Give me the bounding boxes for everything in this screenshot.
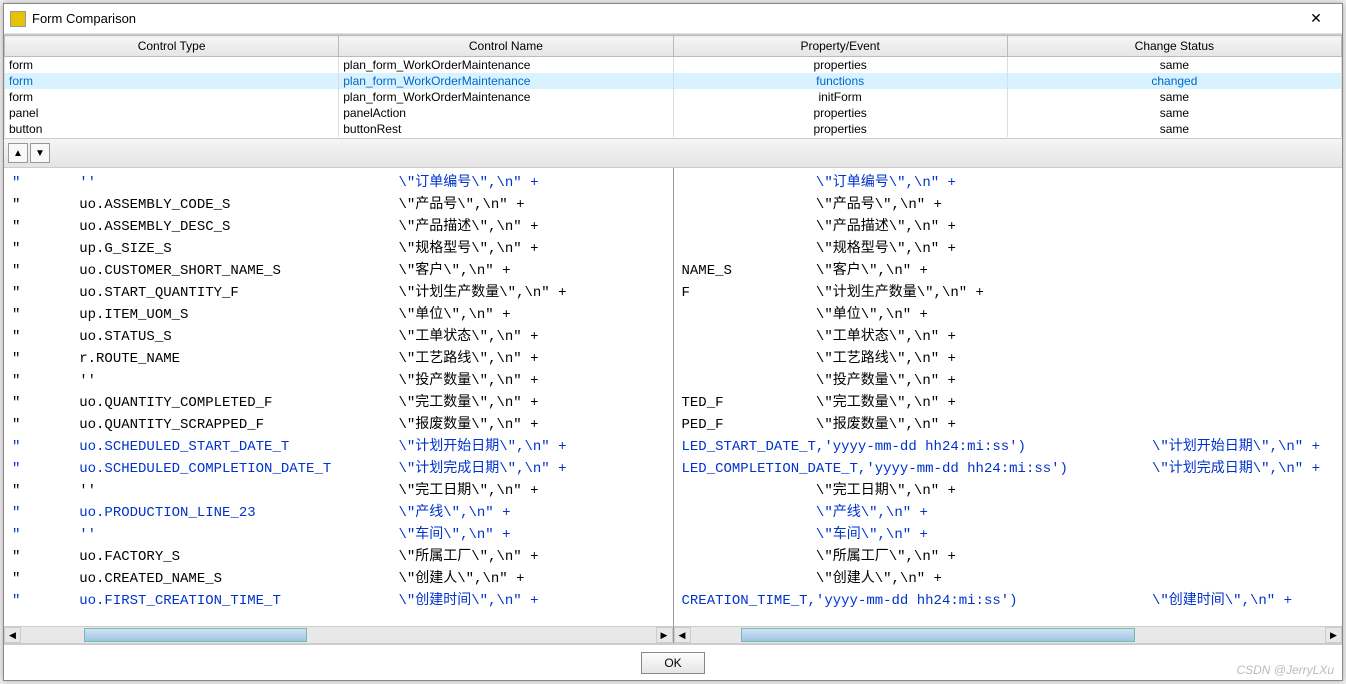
code-line: CREATION_TIME_T,'yyyy-mm-dd hh24:mi:ss')… (682, 590, 1343, 612)
form-comparison-window: Form Comparison ✕ Control TypeControl Na… (3, 3, 1343, 681)
code-line: NAME_S \"客户\",\n" + (682, 260, 1343, 282)
col-header-0[interactable]: Control Type (5, 36, 339, 57)
table-row[interactable]: buttonbuttonRestpropertiessame (5, 121, 1342, 137)
close-button[interactable]: ✕ (1296, 6, 1336, 32)
diff-toolbar: ▲ ▼ (4, 138, 1342, 168)
code-line: " uo.QUANTITY_SCRAPPED_F \"报废数量\",\n" + (12, 414, 673, 436)
cell: functions (673, 73, 1007, 89)
cell: initForm (673, 89, 1007, 105)
code-line: " uo.START_QUANTITY_F \"计划生产数量\",\n" + (12, 282, 673, 304)
code-line: " uo.ASSEMBLY_CODE_S \"产品号\",\n" + (12, 194, 673, 216)
col-header-1[interactable]: Control Name (339, 36, 673, 57)
app-icon (10, 11, 26, 27)
code-line: \"产品描述\",\n" + (682, 216, 1343, 238)
watermark: CSDN @JerryLXu (1236, 663, 1334, 677)
table-row[interactable]: formplan_form_WorkOrderMaintenancefuncti… (5, 73, 1342, 89)
cell: same (1007, 121, 1341, 137)
cell: buttonRest (339, 121, 673, 137)
code-line: \"车间\",\n" + (682, 524, 1343, 546)
code-line: " uo.FIRST_CREATION_TIME_T \"创建时间\",\n" … (12, 590, 673, 612)
code-line: \"完工日期\",\n" + (682, 480, 1343, 502)
cell: plan_form_WorkOrderMaintenance (339, 57, 673, 74)
ok-button[interactable]: OK (641, 652, 704, 674)
code-line: \"产品号\",\n" + (682, 194, 1343, 216)
diff-pane-left[interactable]: " '' \"订单编号\",\n" +" uo.ASSEMBLY_CODE_S … (4, 168, 674, 643)
code-line: \"规格型号\",\n" + (682, 238, 1343, 260)
col-header-3[interactable]: Change Status (1007, 36, 1341, 57)
code-line: \"投产数量\",\n" + (682, 370, 1343, 392)
code-line: " up.G_SIZE_S \"规格型号\",\n" + (12, 238, 673, 260)
cell: same (1007, 89, 1341, 105)
next-diff-button[interactable]: ▼ (30, 143, 50, 163)
cell: form (5, 89, 339, 105)
code-line: LED_COMPLETION_DATE_T,'yyyy-mm-dd hh24:m… (682, 458, 1343, 480)
cell: properties (673, 105, 1007, 121)
code-line: " uo.CUSTOMER_SHORT_NAME_S \"客户\",\n" + (12, 260, 673, 282)
code-line: " uo.STATUS_S \"工单状态\",\n" + (12, 326, 673, 348)
code-line: \"单位\",\n" + (682, 304, 1343, 326)
code-line: " uo.SCHEDULED_START_DATE_T \"计划开始日期\",\… (12, 436, 673, 458)
code-line: \"所属工厂\",\n" + (682, 546, 1343, 568)
code-line: \"工艺路线\",\n" + (682, 348, 1343, 370)
cell: properties (673, 121, 1007, 137)
cell: same (1007, 105, 1341, 121)
cell: changed (1007, 73, 1341, 89)
cell: form (5, 73, 339, 89)
cell: button (5, 121, 339, 137)
table-row[interactable]: formplan_form_WorkOrderMaintenanceproper… (5, 57, 1342, 74)
code-line: \"创建人\",\n" + (682, 568, 1343, 590)
table-row[interactable]: formplan_form_WorkOrderMaintenanceinitFo… (5, 89, 1342, 105)
code-line: " r.ROUTE_NAME \"工艺路线\",\n" + (12, 348, 673, 370)
cell: panelAction (339, 105, 673, 121)
code-line: " '' \"投产数量\",\n" + (12, 370, 673, 392)
prev-diff-button[interactable]: ▲ (8, 143, 28, 163)
comparison-table: Control TypeControl NameProperty/EventCh… (4, 34, 1342, 138)
code-line: " uo.SCHEDULED_COMPLETION_DATE_T \"计划完成日… (12, 458, 673, 480)
code-line: " '' \"订单编号\",\n" + (12, 172, 673, 194)
code-line: LED_START_DATE_T,'yyyy-mm-dd hh24:mi:ss'… (682, 436, 1343, 458)
cell: plan_form_WorkOrderMaintenance (339, 89, 673, 105)
diff-area: " '' \"订单编号\",\n" +" uo.ASSEMBLY_CODE_S … (4, 168, 1342, 644)
cell: panel (5, 105, 339, 121)
code-line: \"工单状态\",\n" + (682, 326, 1343, 348)
cell: same (1007, 57, 1341, 74)
code-line: TED_F \"完工数量\",\n" + (682, 392, 1343, 414)
code-line: " uo.PRODUCTION_LINE_23 \"产线\",\n" + (12, 502, 673, 524)
button-bar: OK CSDN @JerryLXu (4, 644, 1342, 680)
table-row[interactable]: panelpanelActionpropertiessame (5, 105, 1342, 121)
code-line: " uo.FACTORY_S \"所属工厂\",\n" + (12, 546, 673, 568)
window-title: Form Comparison (32, 11, 136, 26)
titlebar: Form Comparison ✕ (4, 4, 1342, 34)
code-line: PED_F \"报废数量\",\n" + (682, 414, 1343, 436)
code-line: " uo.ASSEMBLY_DESC_S \"产品描述\",\n" + (12, 216, 673, 238)
cell: properties (673, 57, 1007, 74)
code-line: " '' \"完工日期\",\n" + (12, 480, 673, 502)
cell: plan_form_WorkOrderMaintenance (339, 73, 673, 89)
hscroll-left[interactable]: ◀▶ (4, 626, 673, 643)
code-line: F \"计划生产数量\",\n" + (682, 282, 1343, 304)
code-line: " up.ITEM_UOM_S \"单位\",\n" + (12, 304, 673, 326)
code-line: \"订单编号\",\n" + (682, 172, 1343, 194)
code-line: " uo.QUANTITY_COMPLETED_F \"完工数量\",\n" + (12, 392, 673, 414)
code-line: \"产线\",\n" + (682, 502, 1343, 524)
diff-pane-right[interactable]: \"订单编号\",\n" + \"产品号\",\n" + \"产品描述\",\n… (674, 168, 1343, 643)
code-line: " '' \"车间\",\n" + (12, 524, 673, 546)
hscroll-right[interactable]: ◀▶ (674, 626, 1343, 643)
col-header-2[interactable]: Property/Event (673, 36, 1007, 57)
code-line: " uo.CREATED_NAME_S \"创建人\",\n" + (12, 568, 673, 590)
cell: form (5, 57, 339, 74)
